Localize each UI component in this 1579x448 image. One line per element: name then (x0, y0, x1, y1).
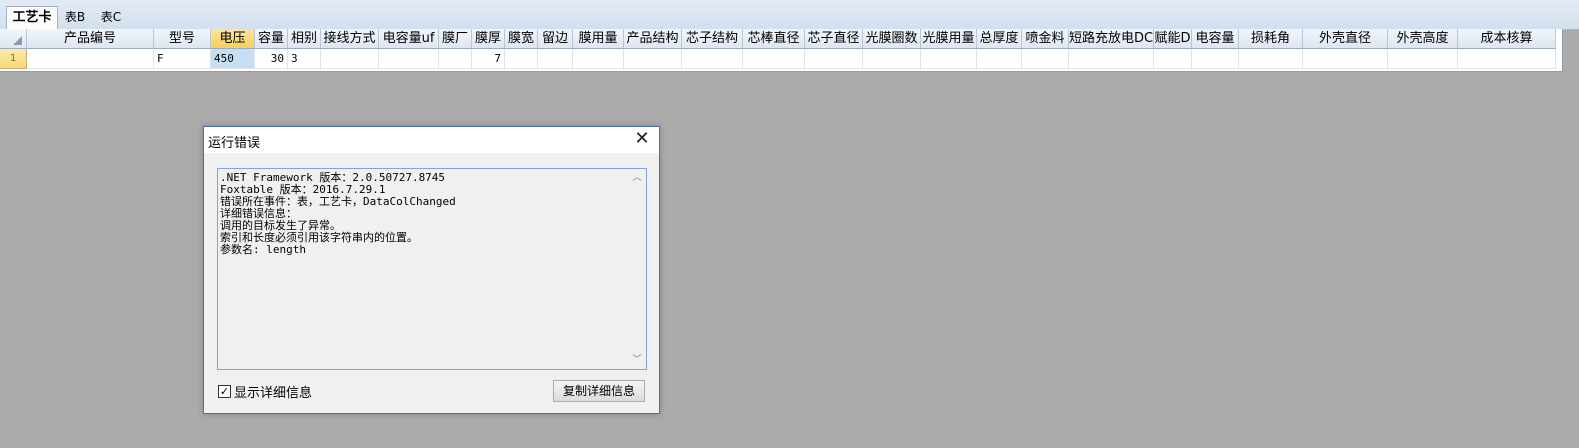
column-header[interactable]: 膜用量 (573, 29, 624, 49)
column-header[interactable]: 电容量uf (379, 29, 439, 49)
error-detail-line: 参数名: length (220, 243, 306, 256)
table-cell[interactable]: F (154, 49, 211, 69)
column-header[interactable]: 芯子直径 (805, 29, 863, 49)
column-header[interactable]: 外壳直径 (1303, 29, 1388, 49)
column-header[interactable]: 膜厚 (472, 29, 505, 49)
copy-details-button[interactable]: 复制详细信息 (553, 380, 645, 402)
data-grid[interactable]: 1 产品编号 型号 F 电压 450 容量 30 相别 3 接线方式 电容量uf 膜厂 膜厚 7 膜宽 留边膜… (0, 29, 1563, 72)
column-header[interactable]: 总厚度 (977, 29, 1022, 49)
column-header[interactable]: 短路充放电DC (1069, 29, 1154, 49)
sheet-tab-bar: 工艺卡 表B 表C (0, 0, 1579, 30)
table-cell[interactable] (321, 49, 379, 69)
table-cell[interactable] (1458, 49, 1556, 69)
column-header[interactable]: 损耗角 (1239, 29, 1303, 49)
show-details-label[interactable]: 显示详细信息 (234, 382, 312, 401)
column-header[interactable]: 膜宽 (505, 29, 538, 49)
column-header[interactable]: 膜厂 (439, 29, 472, 49)
column-header[interactable]: 产品结构 (624, 29, 682, 49)
table-cell[interactable] (977, 49, 1022, 69)
error-details-textbox[interactable]: .NET Framework 版本：2.0.50727.8745 Foxtable… (217, 168, 647, 370)
table-cell[interactable] (624, 49, 682, 69)
error-details-text: .NET Framework 版本：2.0.50727.8745 Foxtable… (220, 172, 630, 256)
column-header[interactable]: 光膜圈数 (863, 29, 921, 49)
column-header[interactable]: 芯棒直径 (743, 29, 805, 49)
column-header[interactable]: 光膜用量 (921, 29, 977, 49)
select-all-corner[interactable] (0, 29, 27, 49)
dialog-titlebar[interactable]: 运行错误 ✕ (204, 127, 659, 153)
details-scrollbar[interactable]: ︿ ﹀ (629, 169, 646, 369)
column-header[interactable]: 型号 (154, 29, 211, 49)
table-cell[interactable] (1069, 49, 1154, 69)
scroll-up-icon[interactable]: ︿ (632, 173, 642, 183)
table-cell[interactable] (573, 49, 624, 69)
table-cell[interactable]: 30 (255, 49, 288, 69)
dialog-title: 运行错误 (208, 136, 261, 151)
close-icon[interactable]: ✕ (633, 130, 651, 148)
column-header[interactable]: 电容量 (1192, 29, 1239, 49)
error-dialog: 运行错误 ✕ .NET Framework 版本：2.0.50727.8745 F… (203, 126, 660, 414)
table-cell[interactable] (505, 49, 538, 69)
table-cell[interactable] (379, 49, 439, 69)
scroll-down-icon[interactable]: ﹀ (632, 355, 642, 365)
column-header[interactable]: 接线方式 (321, 29, 379, 49)
show-details-checkbox[interactable]: ✓ (218, 385, 231, 398)
table-cell[interactable] (439, 49, 472, 69)
table-cell[interactable] (1192, 49, 1239, 69)
table-cell[interactable] (743, 49, 805, 69)
table-cell[interactable]: 3 (288, 49, 321, 69)
table-cell[interactable] (805, 49, 863, 69)
table-cell[interactable] (863, 49, 921, 69)
tab-biao-c[interactable]: 表C (97, 8, 125, 27)
table-cell[interactable] (1239, 49, 1303, 69)
column-header[interactable]: 喷金料 (1022, 29, 1069, 49)
table-cell[interactable] (1388, 49, 1458, 69)
column-header[interactable]: 芯子结构 (682, 29, 743, 49)
table-cell[interactable]: 7 (472, 49, 505, 69)
table-cell[interactable] (682, 49, 743, 69)
table-cell[interactable] (1303, 49, 1388, 69)
table-cell[interactable] (1154, 49, 1192, 69)
column-header[interactable]: 容量 (255, 29, 288, 49)
table-cell[interactable]: 450 (211, 49, 255, 69)
tab-gongyika[interactable]: 工艺卡 (6, 6, 58, 29)
column-header[interactable]: 留边 (538, 29, 573, 49)
column-header[interactable]: 相别 (288, 29, 321, 49)
column-header[interactable]: 外壳高度 (1388, 29, 1458, 49)
column-header[interactable]: 产品编号 (27, 29, 154, 49)
column-header[interactable]: 成本核算 (1458, 29, 1556, 49)
column-header[interactable]: 赋能D (1154, 29, 1192, 49)
table-cell[interactable] (538, 49, 573, 69)
row-header[interactable]: 1 (0, 49, 27, 69)
select-all-triangle-icon (13, 36, 22, 45)
column-header[interactable]: 电压 (211, 29, 255, 49)
tab-biao-b[interactable]: 表B (61, 8, 89, 27)
table-cell[interactable] (921, 49, 977, 69)
table-cell[interactable] (27, 49, 154, 69)
table-cell[interactable] (1022, 49, 1069, 69)
